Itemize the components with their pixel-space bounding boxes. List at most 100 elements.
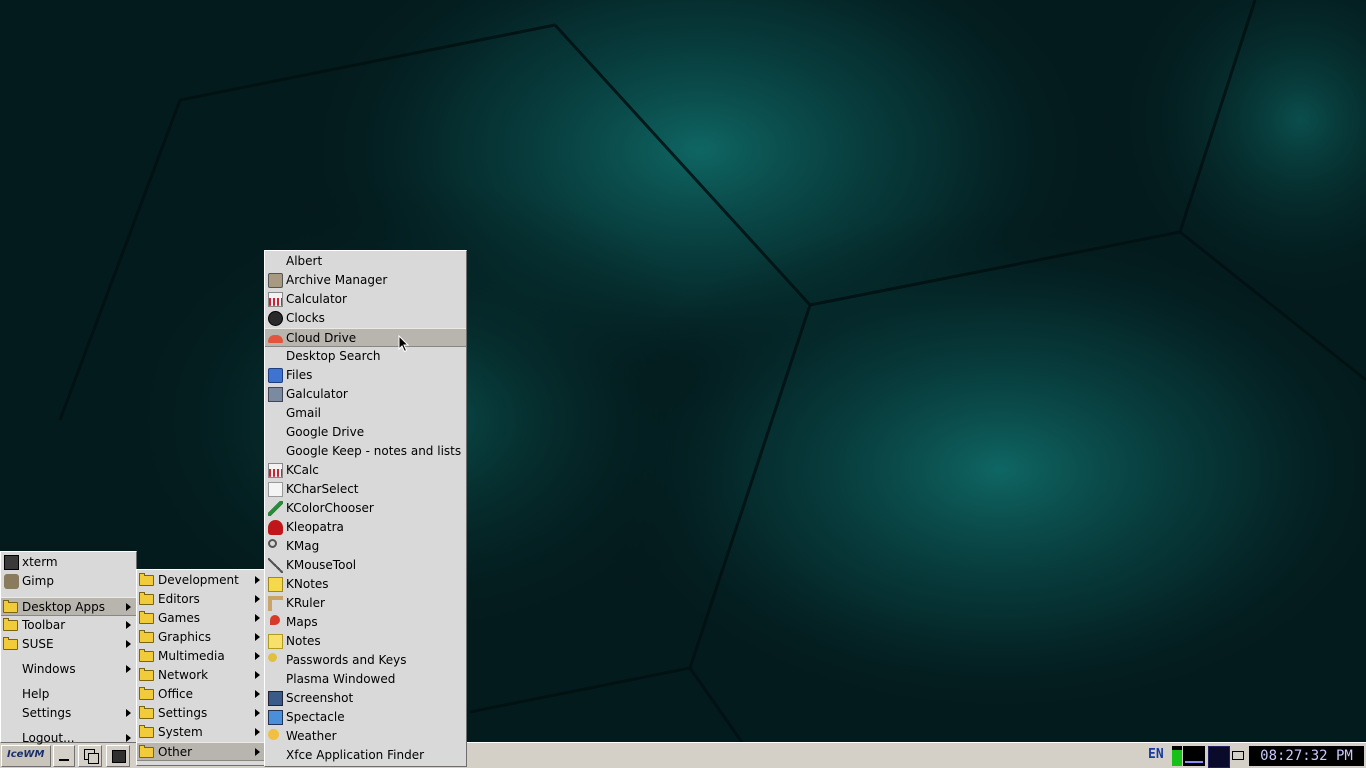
app-item-gmail[interactable]: Gmail <box>265 404 466 423</box>
menu-item-label: Clocks <box>286 311 325 325</box>
root-menu-item-toolbar[interactable]: Toolbar <box>1 616 136 635</box>
root-menu-item-gimp[interactable]: Gimp <box>1 572 136 591</box>
window-list-icon-back <box>88 753 99 764</box>
app-item-weather[interactable]: Weather <box>265 727 466 746</box>
menu-item-label: Xfce Application Finder <box>286 748 425 762</box>
menu-item-label: Plasma Windowed <box>286 672 396 686</box>
app-item-xfce-application-finder[interactable]: Xfce Application Finder <box>265 746 466 765</box>
submenu-item-multimedia[interactable]: Multimedia <box>137 647 265 666</box>
terminal-launcher[interactable] <box>106 745 130 767</box>
root-menu-item-xterm[interactable]: xterm <box>1 553 136 572</box>
app-item-galculator[interactable]: Galculator <box>265 385 466 404</box>
menu-item-label: Network <box>158 668 209 682</box>
submenu-item-development[interactable]: Development <box>137 571 265 590</box>
app-item-calculator[interactable]: Calculator <box>265 290 466 309</box>
keyboard-layout-indicator[interactable]: EN <box>1148 747 1164 762</box>
minimize-all-button[interactable] <box>53 745 75 767</box>
menu-item-label: Google Keep - notes and lists <box>286 444 462 458</box>
archive-icon <box>268 273 283 288</box>
menu-separator <box>1 655 136 659</box>
app-item-archive-manager[interactable]: Archive Manager <box>265 271 466 290</box>
submenu-arrow-icon <box>255 652 260 660</box>
files-icon <box>268 368 283 383</box>
menu-item-label: Help <box>22 687 50 701</box>
submenu-item-graphics[interactable]: Graphics <box>137 628 265 647</box>
network-monitor[interactable] <box>1183 746 1205 766</box>
root-menu-item-suse[interactable]: SUSE <box>1 635 136 654</box>
app-item-google-keep-notes-and-lists[interactable]: Google Keep - notes and lists <box>265 442 466 461</box>
app-item-files[interactable]: Files <box>265 366 466 385</box>
clock[interactable]: 08:27:32 PM <box>1249 746 1364 766</box>
submenu-arrow-icon <box>255 595 260 603</box>
workspace-pager[interactable] <box>1208 746 1230 768</box>
submenu-item-system[interactable]: System <box>137 723 265 742</box>
app-item-kcolorchooser[interactable]: KColorChooser <box>265 499 466 518</box>
menu-item-label: KMag <box>286 539 320 553</box>
app-item-kcharselect[interactable]: KCharSelect <box>265 480 466 499</box>
menu-item-label: KCharSelect <box>286 482 359 496</box>
root-menu-item-windows[interactable]: Windows <box>1 660 136 679</box>
menu-item-label: Maps <box>286 615 318 629</box>
calculator-icon <box>268 292 283 307</box>
menu-item-label: Other <box>158 745 193 759</box>
mail-icon[interactable] <box>1232 751 1244 760</box>
app-item-passwords-and-keys[interactable]: Passwords and Keys <box>265 651 466 670</box>
submenu-item-editors[interactable]: Editors <box>137 590 265 609</box>
app-item-albert[interactable]: Albert <box>265 252 466 271</box>
app-item-cloud-drive[interactable]: Cloud Drive <box>265 328 466 347</box>
clock-icon <box>268 311 283 326</box>
app-item-screenshot[interactable]: Screenshot <box>265 689 466 708</box>
app-item-kleopatra[interactable]: Kleopatra <box>265 518 466 537</box>
folder-icon <box>139 573 154 586</box>
folder-icon <box>139 649 154 662</box>
submenu-item-settings[interactable]: Settings <box>137 704 265 723</box>
menu-item-label: Windows <box>22 662 76 676</box>
menu-item-label: Google Drive <box>286 425 365 439</box>
kcalc-icon <box>268 463 283 478</box>
app-item-kmousetool[interactable]: KMouseTool <box>265 556 466 575</box>
menu-item-label: Desktop Apps <box>22 600 105 614</box>
app-item-knotes[interactable]: KNotes <box>265 575 466 594</box>
app-item-desktop-search[interactable]: Desktop Search <box>265 347 466 366</box>
app-item-kruler[interactable]: KRuler <box>265 594 466 613</box>
menu-item-label: Editors <box>158 592 200 606</box>
menu-item-label: KRuler <box>286 596 325 610</box>
window-list-button[interactable] <box>78 745 102 767</box>
menu-item-label: Kleopatra <box>286 520 344 534</box>
app-item-plasma-windowed[interactable]: Plasma Windowed <box>265 670 466 689</box>
folder-icon <box>139 630 154 643</box>
menu-item-label: Office <box>158 687 194 701</box>
submenu-arrow-icon <box>255 576 260 584</box>
submenu-item-office[interactable]: Office <box>137 685 265 704</box>
folder-icon <box>139 706 154 719</box>
submenu-item-other[interactable]: Other <box>137 742 265 761</box>
cpu-bar <box>1172 750 1182 766</box>
submenu-item-network[interactable]: Network <box>137 666 265 685</box>
root-menu-item-desktop-apps[interactable]: Desktop Apps <box>1 597 136 616</box>
icewm-logo: IceWM <box>7 749 45 760</box>
root-menu-item-logout[interactable]: Logout... <box>1 729 136 748</box>
app-item-maps[interactable]: Maps <box>265 613 466 632</box>
start-button[interactable]: IceWM <box>1 745 51 767</box>
app-item-kmag[interactable]: KMag <box>265 537 466 556</box>
menu-item-label: Gmail <box>286 406 322 420</box>
app-item-kcalc[interactable]: KCalc <box>265 461 466 480</box>
desktop-apps-submenu: Development Editors Games Graphics Multimedi… <box>136 569 266 766</box>
menu-item-label: Archive Manager <box>286 273 388 287</box>
cloud-icon <box>268 335 283 343</box>
menu-item-label: Calculator <box>286 292 347 306</box>
menu-item-label: KMouseTool <box>286 558 357 572</box>
menu-item-label: Galculator <box>286 387 348 401</box>
app-item-clocks[interactable]: Clocks <box>265 309 466 328</box>
cpu-monitor[interactable] <box>1172 746 1182 766</box>
submenu-arrow-icon <box>255 614 260 622</box>
app-item-spectacle[interactable]: Spectacle <box>265 708 466 727</box>
app-item-google-drive[interactable]: Google Drive <box>265 423 466 442</box>
terminal-icon <box>4 555 19 570</box>
app-item-notes[interactable]: Notes <box>265 632 466 651</box>
submenu-item-games[interactable]: Games <box>137 609 265 628</box>
menu-item-label: Screenshot <box>286 691 354 705</box>
folder-icon <box>139 687 154 700</box>
root-menu-item-help[interactable]: Help <box>1 685 136 704</box>
root-menu-item-settings[interactable]: Settings <box>1 704 136 723</box>
